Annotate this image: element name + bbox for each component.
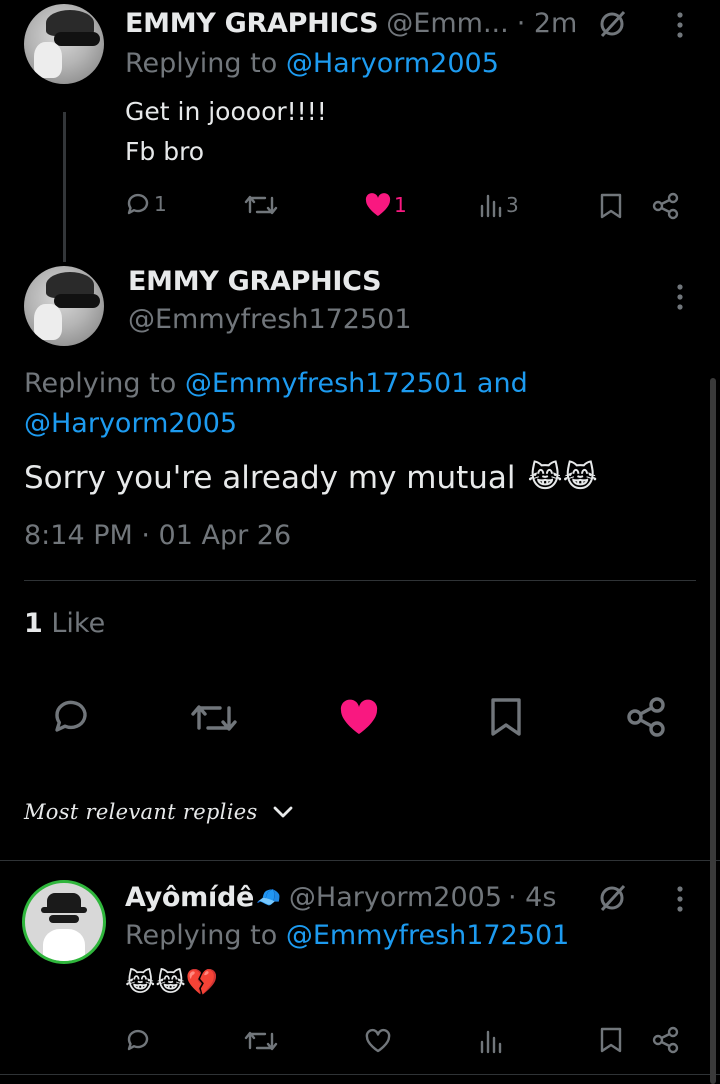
post-timestamp[interactable]: 8:14 PM · 01 Apr 26 xyxy=(24,520,291,551)
sort-replies-dropdown[interactable]: Most relevant replies xyxy=(24,800,294,824)
author-handle[interactable]: @Emmyfresh172501 xyxy=(128,304,412,335)
author-handle[interactable]: @Haryorm2005 xyxy=(289,882,502,913)
bookmark-button[interactable] xyxy=(488,696,524,738)
retweet-icon xyxy=(244,195,278,215)
tweet-text-line: Get in joooor!!!! xyxy=(125,97,327,126)
grok-icon[interactable] xyxy=(594,6,630,42)
author-name[interactable]: EMMY GRAPHICS xyxy=(128,266,382,297)
like-button[interactable] xyxy=(364,1028,392,1054)
likes-summary[interactable]: 1 Like xyxy=(24,608,105,639)
post-time[interactable]: · 2m xyxy=(517,8,578,39)
view-count: 3 xyxy=(506,193,519,217)
scrollbar[interactable] xyxy=(710,378,716,1084)
reply-button[interactable]: 1 xyxy=(124,190,167,218)
like-button[interactable] xyxy=(338,698,380,736)
bookmark-button[interactable] xyxy=(598,1026,624,1054)
grok-icon[interactable] xyxy=(594,880,630,916)
replying-to-link[interactable]: @Emmyfresh172501 xyxy=(185,368,469,399)
share-button[interactable] xyxy=(652,192,680,220)
replying-to-label: Replying to xyxy=(125,48,278,79)
more-icon[interactable] xyxy=(670,8,690,42)
likes-label: Like xyxy=(51,608,106,639)
author-handle[interactable]: @Emm... xyxy=(386,8,508,39)
tweet-text-line: Fb bro xyxy=(125,137,205,166)
like-button[interactable]: 1 xyxy=(364,192,407,218)
replying-to-label: Replying to xyxy=(125,920,278,951)
divider xyxy=(24,580,696,581)
chevron-down-icon xyxy=(273,806,292,818)
views-icon xyxy=(480,1030,502,1054)
views-button[interactable] xyxy=(478,1028,506,1054)
reply-icon xyxy=(127,1029,149,1051)
replying-to-link[interactable]: @Haryorm2005 xyxy=(286,48,499,79)
views-button[interactable]: 3 xyxy=(478,192,519,218)
more-icon[interactable] xyxy=(670,280,690,314)
avatar[interactable] xyxy=(24,4,104,84)
views-icon xyxy=(480,194,502,218)
divider xyxy=(0,1074,720,1075)
avatar[interactable] xyxy=(24,266,104,346)
like-count: 1 xyxy=(394,193,407,217)
divider xyxy=(0,860,720,861)
name-emoji: 🧢 xyxy=(256,885,281,909)
sort-label: Most relevant replies xyxy=(24,800,258,824)
bookmark-button[interactable] xyxy=(598,192,624,220)
retweet-button[interactable] xyxy=(244,192,278,218)
share-icon xyxy=(627,697,665,737)
tweet-emoji: 😹😹💔 xyxy=(125,968,219,998)
retweet-icon xyxy=(191,705,237,731)
retweet-icon xyxy=(244,1031,278,1051)
bookmark-icon xyxy=(491,698,521,736)
retweet-button[interactable] xyxy=(244,1028,278,1054)
author-name[interactable]: Ayômídê xyxy=(125,882,254,913)
share-button[interactable] xyxy=(652,1026,680,1054)
share-button[interactable] xyxy=(626,696,668,738)
post-time[interactable]: · 4s xyxy=(508,882,556,913)
reply-button[interactable] xyxy=(50,696,92,736)
thread-line xyxy=(63,112,66,262)
reply-icon xyxy=(55,700,87,732)
heart-icon xyxy=(340,699,378,734)
heart-outline-icon xyxy=(365,1028,391,1053)
replying-to-and: and xyxy=(476,368,528,399)
replying-to-link[interactable]: @Emmyfresh172501 xyxy=(286,920,570,951)
retweet-button[interactable] xyxy=(190,700,238,736)
heart-icon xyxy=(365,193,391,216)
reply-icon xyxy=(127,193,149,215)
more-icon[interactable] xyxy=(670,882,690,916)
bookmark-icon xyxy=(600,1027,622,1053)
avatar[interactable] xyxy=(22,880,106,964)
reply-count: 1 xyxy=(154,192,167,216)
likes-count: 1 xyxy=(24,608,43,639)
replying-to-label: Replying to xyxy=(24,368,177,399)
bookmark-icon xyxy=(600,193,622,219)
reply-button[interactable] xyxy=(124,1026,152,1054)
tweet-text: Sorry you're already my mutual xyxy=(24,460,516,496)
author-name[interactable]: EMMY GRAPHICS xyxy=(125,8,379,39)
share-icon xyxy=(652,1026,679,1054)
share-icon xyxy=(652,192,679,220)
tweet-text: Get in joooor!!!! Fb bro xyxy=(125,92,327,172)
replying-to-link[interactable]: @Haryorm2005 xyxy=(24,408,237,439)
tweet-emoji: 😹😹 xyxy=(527,460,598,495)
